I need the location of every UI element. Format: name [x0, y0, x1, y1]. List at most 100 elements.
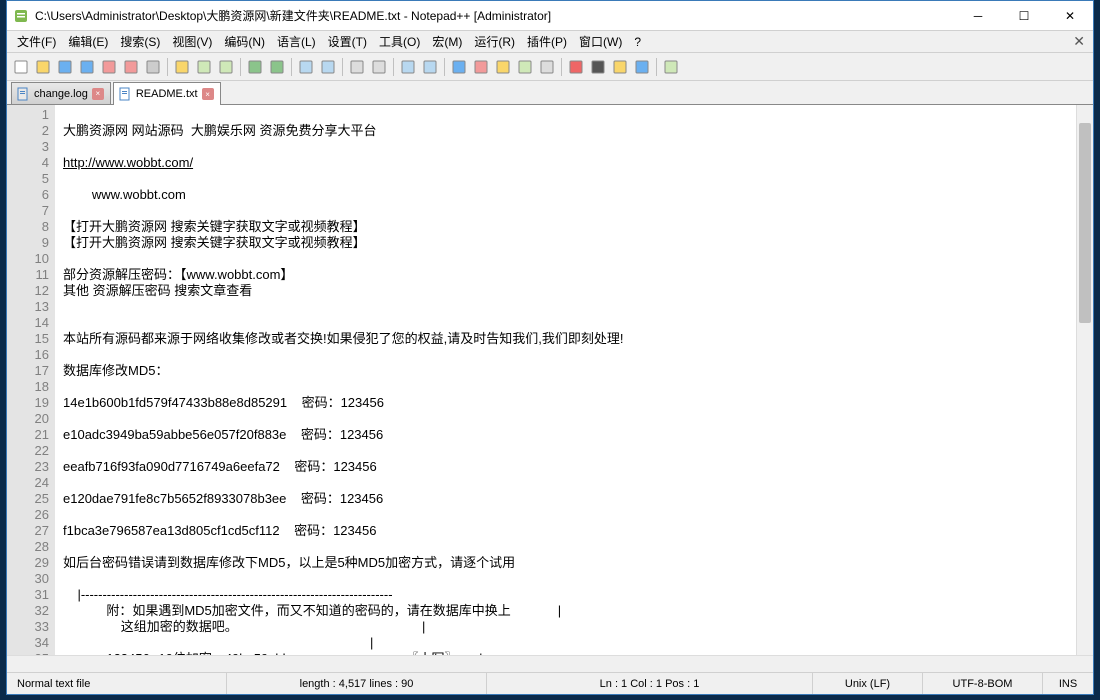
tab-close-icon[interactable]: ×	[202, 88, 214, 100]
menu-p[interactable]: 插件(P)	[521, 31, 573, 52]
toolbar-separator	[291, 58, 292, 76]
code-line[interactable]: 123456--10位加密---49ba59abbe 〖小写〗 |	[63, 651, 1076, 655]
menubar-close-icon[interactable]: ✕	[1073, 33, 1085, 50]
code-line[interactable]	[63, 107, 1076, 123]
menu-t[interactable]: 设置(T)	[322, 31, 373, 52]
menu-n[interactable]: 编码(N)	[218, 31, 271, 52]
tab-README-txt[interactable]: README.txt×	[113, 82, 221, 105]
code-line[interactable]	[63, 443, 1076, 459]
undo-icon[interactable]	[245, 57, 265, 77]
menu-l[interactable]: 语言(L)	[271, 31, 322, 52]
code-line[interactable]: |	[63, 635, 1076, 651]
code-line[interactable]	[63, 539, 1076, 555]
paste-icon[interactable]	[216, 57, 236, 77]
close-button[interactable]: ✕	[1047, 1, 1093, 30]
code-line[interactable]: http://www.wobbt.com/	[63, 155, 1076, 171]
code-view[interactable]: 大鹏资源网 网站源码 大鹏娱乐网 资源免费分享大平台 http://www.wo…	[55, 105, 1076, 655]
code-line[interactable]	[63, 475, 1076, 491]
print-icon[interactable]	[143, 57, 163, 77]
tab-close-icon[interactable]: ×	[92, 88, 104, 100]
lang-icon[interactable]	[515, 57, 535, 77]
url-link[interactable]: http://www.wobbt.com/	[63, 155, 193, 170]
code-line[interactable]	[63, 571, 1076, 587]
code-line[interactable]	[63, 171, 1076, 187]
menu-e[interactable]: 编辑(E)	[62, 31, 114, 52]
menu-v[interactable]: 视图(V)	[166, 31, 218, 52]
menu-o[interactable]: 工具(O)	[373, 31, 426, 52]
code-line[interactable]	[63, 411, 1076, 427]
minimize-button[interactable]: ─	[955, 1, 1001, 30]
maximize-button[interactable]: ☐	[1001, 1, 1047, 30]
menu-f[interactable]: 文件(F)	[11, 31, 62, 52]
status-ins: INS	[1043, 673, 1093, 694]
saveall-icon[interactable]	[77, 57, 97, 77]
code-line[interactable]	[63, 315, 1076, 331]
code-line[interactable]	[63, 139, 1076, 155]
code-line[interactable]: 14e1b600b1fd579f47433b88e8d85291 密码：1234…	[63, 395, 1076, 411]
replace-icon[interactable]	[318, 57, 338, 77]
code-line[interactable]: e120dae791fe8c7b5652f8933078b3ee 密码：1234…	[63, 491, 1076, 507]
toolbar-separator	[656, 58, 657, 76]
stop-icon[interactable]	[588, 57, 608, 77]
code-line[interactable]	[63, 507, 1076, 523]
indent-icon[interactable]	[493, 57, 513, 77]
tab-label: change.log	[34, 88, 88, 100]
code-line[interactable]: 附：如果遇到MD5加密文件，而又不知道的密码的，请在数据库中换上 |	[63, 603, 1076, 619]
close-icon[interactable]	[99, 57, 119, 77]
code-line[interactable]	[63, 251, 1076, 267]
toolbar-separator	[167, 58, 168, 76]
open-icon[interactable]	[33, 57, 53, 77]
new-icon[interactable]	[11, 57, 31, 77]
titlebar: C:\Users\Administrator\Desktop\大鹏资源网\新建文…	[7, 1, 1093, 31]
code-line[interactable]: e10adc3949ba59abbe56e057f20f883e 密码：1234…	[63, 427, 1076, 443]
code-line[interactable]: eeafb716f93fa090d7716749a6eefa72 密码：1234…	[63, 459, 1076, 475]
rec-icon[interactable]	[566, 57, 586, 77]
window-controls: ─ ☐ ✕	[955, 1, 1093, 30]
code-line[interactable]: 数据库修改MD5：	[63, 363, 1076, 379]
code-line[interactable]: 【打开大鹏资源网 搜索关键字获取文字或视频教程】	[63, 219, 1076, 235]
allchars-icon[interactable]	[471, 57, 491, 77]
code-line[interactable]: f1bca3e796587ea13d805cf1cd5cf112 密码：1234…	[63, 523, 1076, 539]
zoomout-icon[interactable]	[369, 57, 389, 77]
code-line[interactable]: www.wobbt.com	[63, 187, 1076, 203]
scroll-thumb[interactable]	[1079, 123, 1091, 323]
code-line[interactable]	[63, 203, 1076, 219]
doc-icon[interactable]	[661, 57, 681, 77]
eye-icon[interactable]	[537, 57, 557, 77]
play-icon[interactable]	[610, 57, 630, 77]
code-line[interactable]: 【打开大鹏资源网 搜索关键字获取文字或视频教程】	[63, 235, 1076, 251]
code-line[interactable]: 如后台密码错误请到数据库修改下MD5，以上是5种MD5加密方式，请逐个试用	[63, 555, 1076, 571]
toolbar	[7, 53, 1093, 81]
sync-v-icon[interactable]	[398, 57, 418, 77]
menu-m[interactable]: 宏(M)	[426, 31, 468, 52]
toolbar-separator	[393, 58, 394, 76]
menu-w[interactable]: 窗口(W)	[573, 31, 628, 52]
sync-h-icon[interactable]	[420, 57, 440, 77]
closeall-icon[interactable]	[121, 57, 141, 77]
statusbar: Normal text file length : 4,517 lines : …	[7, 672, 1093, 694]
file-icon	[118, 87, 132, 101]
code-line[interactable]: 这组加密的数据吧。 |	[63, 619, 1076, 635]
playall-icon[interactable]	[632, 57, 652, 77]
code-line[interactable]: |---------------------------------------…	[63, 587, 1076, 603]
code-line[interactable]: 其他 资源解压密码 搜索文章查看	[63, 283, 1076, 299]
tab-change-log[interactable]: change.log ×	[11, 82, 111, 104]
code-line[interactable]: 大鹏资源网 网站源码 大鹏娱乐网 资源免费分享大平台	[63, 123, 1076, 139]
menu-r[interactable]: 运行(R)	[468, 31, 521, 52]
redo-icon[interactable]	[267, 57, 287, 77]
find-icon[interactable]	[296, 57, 316, 77]
zoomin-icon[interactable]	[347, 57, 367, 77]
code-line[interactable]	[63, 379, 1076, 395]
menu-[interactable]: ?	[628, 33, 647, 51]
menu-s[interactable]: 搜索(S)	[114, 31, 166, 52]
code-line[interactable]: 部分资源解压密码：【www.wobbt.com】	[63, 267, 1076, 283]
save-icon[interactable]	[55, 57, 75, 77]
code-line[interactable]	[63, 299, 1076, 315]
wrap-icon[interactable]	[449, 57, 469, 77]
copy-icon[interactable]	[194, 57, 214, 77]
code-line[interactable]	[63, 347, 1076, 363]
vertical-scrollbar[interactable]	[1076, 105, 1093, 655]
code-line[interactable]: 本站所有源码都来源于网络收集修改或者交换!如果侵犯了您的权益,请及时告知我们,我…	[63, 331, 1076, 347]
cut-icon[interactable]	[172, 57, 192, 77]
horizontal-scrollbar[interactable]	[7, 655, 1093, 672]
